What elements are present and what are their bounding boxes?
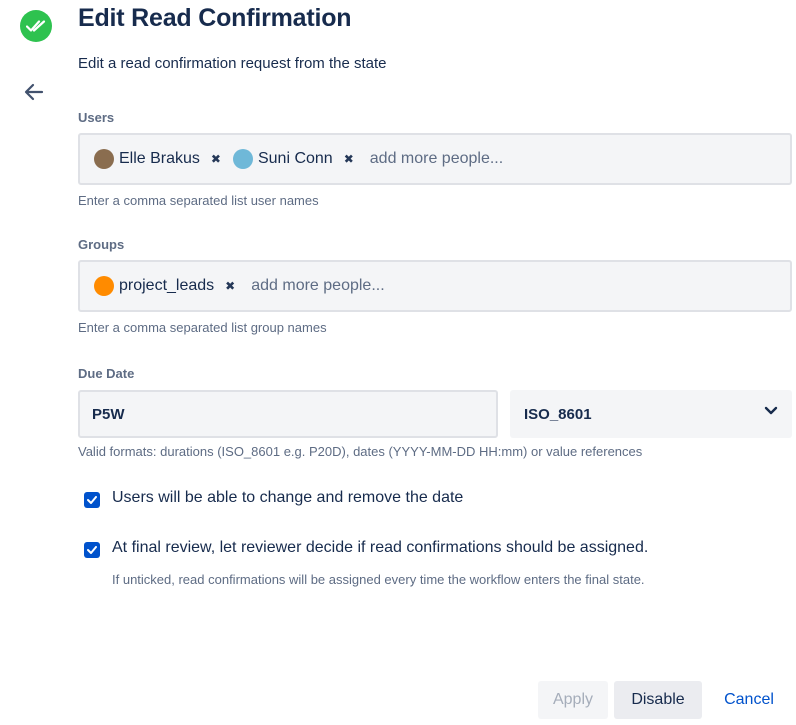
change-date-checkbox[interactable] — [84, 492, 100, 508]
group-tag: project_leads ✖ — [94, 276, 235, 296]
user-tag: Suni Conn ✖ — [232, 149, 354, 169]
double-check-icon — [20, 10, 52, 42]
user-avatar-icon — [232, 149, 253, 169]
disable-button[interactable]: Disable — [614, 681, 702, 719]
due-date-label: Due Date — [78, 366, 135, 381]
arrow-left-icon[interactable] — [22, 80, 46, 104]
final-review-help: If unticked, read confirmations will be … — [112, 572, 645, 587]
users-search-input[interactable] — [369, 150, 590, 168]
cancel-button[interactable]: Cancel — [712, 681, 786, 719]
page-title: Edit Read Confirmation — [78, 4, 352, 32]
user-tag-label: Elle Brakus — [119, 150, 200, 167]
groups-search-input[interactable] — [251, 277, 472, 295]
user-tag-label: Suni Conn — [257, 150, 333, 167]
chevron-down-icon — [764, 406, 778, 415]
final-review-label[interactable]: At final review, let reviewer decide if … — [112, 539, 648, 557]
user-avatar-icon — [94, 149, 114, 169]
groups-help: Enter a comma separated list group names — [78, 320, 327, 335]
remove-tag-icon[interactable]: ✖ — [225, 279, 235, 293]
checkmark-icon — [87, 546, 97, 554]
change-date-label[interactable]: Users will be able to change and remove … — [112, 489, 463, 507]
remove-tag-icon[interactable]: ✖ — [211, 152, 221, 166]
date-format-value: ISO_8601 — [524, 405, 592, 423]
users-help: Enter a comma separated list user names — [78, 193, 319, 208]
due-date-help: Valid formats: durations (ISO_8601 e.g. … — [78, 444, 643, 459]
user-tag: Elle Brakus ✖ — [94, 149, 221, 169]
final-review-checkbox[interactable] — [84, 542, 100, 558]
due-date-input[interactable] — [78, 390, 498, 438]
page-subtitle: Edit a read confirmation request from th… — [78, 55, 387, 72]
apply-button[interactable]: Apply — [538, 681, 608, 719]
group-avatar-icon — [94, 276, 114, 296]
group-tag-label: project_leads — [119, 277, 215, 294]
groups-field[interactable]: project_leads ✖ — [78, 260, 792, 312]
date-format-select[interactable]: ISO_8601 — [510, 390, 792, 438]
remove-tag-icon[interactable]: ✖ — [344, 152, 354, 166]
checkmark-icon — [87, 496, 97, 504]
users-label: Users — [78, 110, 115, 125]
users-field[interactable]: Elle Brakus ✖ Suni Conn ✖ — [78, 133, 792, 185]
groups-label: Groups — [78, 237, 125, 252]
